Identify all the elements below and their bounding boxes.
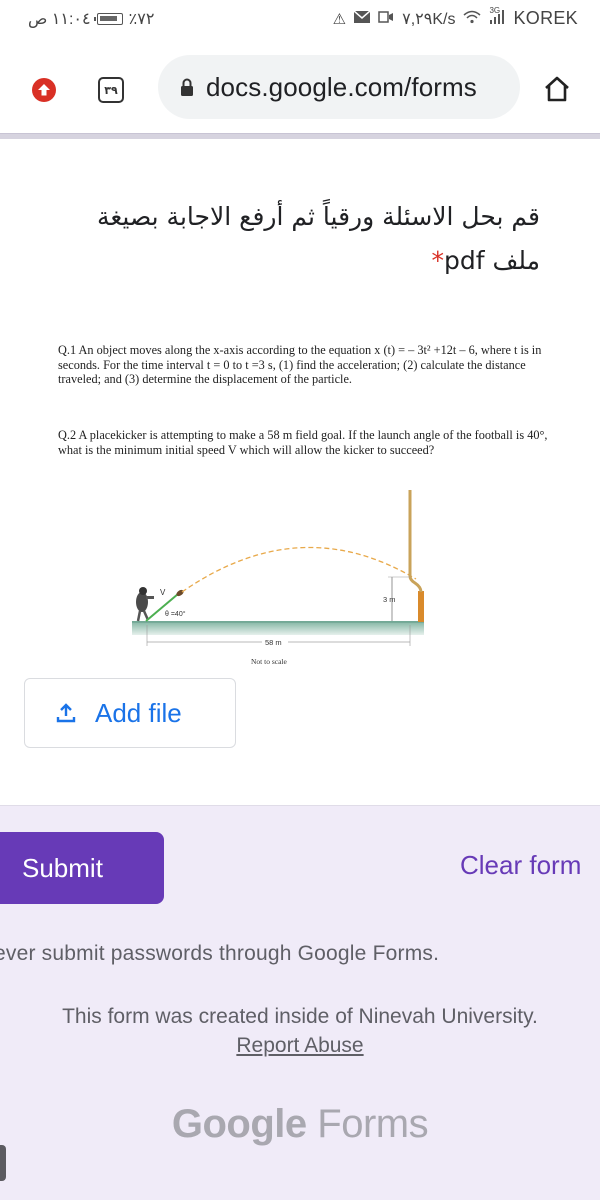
time-text: ١١:٠٤ ص [28, 11, 91, 28]
height-label: 3 m [383, 595, 396, 604]
network-speed: ٧,٢٩K/s [402, 10, 456, 28]
goal-base [418, 591, 424, 622]
status-right: ⚠ ٧,٢٩K/s 3G KOREK [332, 6, 578, 29]
browser-toolbar: ٣٩ docs.google.com/forms [0, 50, 600, 126]
distance-label: 58 m [265, 638, 282, 647]
question-title-line2-text: ملف pdf [443, 246, 540, 275]
password-warning: ever submit passwords through Google For… [0, 942, 440, 965]
carrier-name: KOREK [513, 8, 578, 28]
edge-scroll-handle[interactable] [0, 1145, 6, 1181]
football-diagram: V θ =40° 3 m 58 m Not to scale [132, 490, 424, 666]
ground [132, 621, 424, 635]
trajectory-path [181, 546, 417, 593]
home-icon[interactable] [542, 74, 572, 104]
velocity-label: V [160, 588, 166, 597]
logo-google: Google [171, 1102, 307, 1146]
google-forms-logo: Google Forms [0, 1102, 600, 1147]
toolbar-divider [0, 133, 600, 139]
status-left: ١١:٠٤ ص ٪٧٢ [28, 9, 154, 29]
question-2-text: Q.2 A placekicker is attempting to make … [58, 428, 548, 457]
not-to-scale-label: Not to scale [251, 657, 287, 666]
angle-label: θ =40° [165, 610, 186, 618]
signal-icon: 3G [489, 6, 505, 28]
question-title-line1: قم بحل الاسئلة ورقياً ثم أرفع الاجابة بص… [96, 202, 540, 231]
required-marker: * [431, 246, 444, 275]
battery-icon [93, 13, 123, 25]
add-file-button[interactable]: Add file [24, 678, 236, 748]
tabs-button[interactable]: ٣٩ [98, 77, 124, 103]
question-title-line2: ملف pdf* [20, 239, 540, 283]
update-icon[interactable] [32, 78, 56, 102]
network-type: 3G [489, 5, 501, 15]
created-by-text: This form was created inside of Ninevah … [62, 1005, 538, 1028]
wifi-icon [463, 10, 481, 28]
warning-icon: ⚠ [332, 10, 347, 28]
status-bar: ١١:٠٤ ص ٪٧٢ ⚠ ٧,٢٩K/s 3G KOREK [0, 0, 600, 40]
logo-forms: Forms [317, 1102, 429, 1146]
url-bar[interactable]: docs.google.com/forms [158, 55, 520, 119]
report-abuse-link[interactable]: Report Abuse [236, 1034, 363, 1057]
question-1-text: Q.1 An object moves along the x-axis acc… [58, 343, 542, 386]
submit-button[interactable]: Submit [0, 832, 164, 904]
add-file-label: Add file [95, 697, 182, 728]
lock-icon [181, 78, 193, 96]
url-text: docs.google.com/forms [206, 71, 477, 102]
mail-icon [353, 10, 371, 27]
upload-icon [56, 703, 76, 723]
tab-count: ٣٩ [104, 84, 118, 97]
question-title: قم بحل الاسئلة ورقياً ثم أرفع الاجابة بص… [20, 195, 540, 283]
battery-text: ٪٧٢ [128, 11, 155, 28]
clear-form-button[interactable]: Clear form [460, 850, 581, 881]
video-icon [378, 10, 394, 27]
report-abuse-container: Report Abuse [0, 1034, 600, 1058]
